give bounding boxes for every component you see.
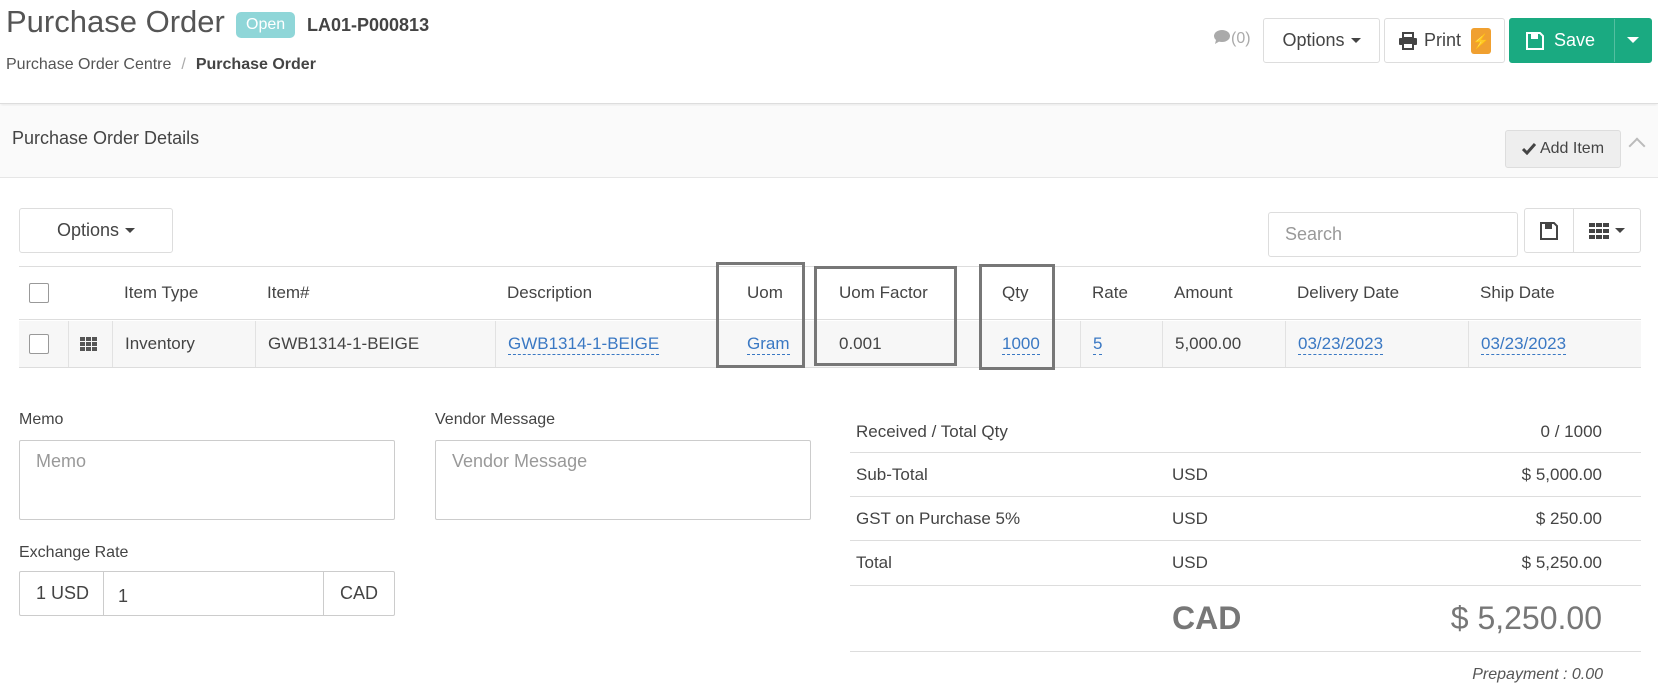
- status-badge: Open: [236, 12, 296, 38]
- highlight-box-qty: [979, 264, 1055, 370]
- total-currency: USD: [1172, 553, 1208, 572]
- breadcrumb: Purchase Order Centre / Purchase Order: [6, 56, 316, 74]
- caret-down-icon: [125, 228, 136, 233]
- cell-amount: 5,000.00: [1162, 321, 1272, 367]
- subtotal-label: Sub-Total: [856, 464, 928, 484]
- prepayment-text: Prepayment : 0.00: [1472, 666, 1603, 683]
- comments-button[interactable]: (0): [1213, 29, 1251, 48]
- save-layout-button[interactable]: [1524, 208, 1574, 253]
- summary-subtotal-row: Sub-Total USD $ 5,000.00: [850, 453, 1641, 497]
- exchange-to-currency: CAD: [340, 583, 379, 603]
- chevron-up-icon[interactable]: [1628, 137, 1646, 155]
- comments-count: (0): [1231, 30, 1251, 47]
- exchange-from-currency: 1 USD: [36, 583, 90, 603]
- print-button[interactable]: Print ⚡: [1384, 18, 1505, 63]
- col-description[interactable]: Description: [507, 267, 592, 319]
- print-label: Print: [1423, 30, 1461, 50]
- grand-total-currency: CAD: [1172, 600, 1242, 636]
- vendor-message-label: Vendor Message: [435, 411, 556, 428]
- lightning-icon[interactable]: ⚡: [1471, 27, 1491, 54]
- cell-item-number[interactable]: GWB1314-1-BEIGE: [255, 321, 480, 367]
- breadcrumb-current: Purchase Order: [195, 56, 316, 73]
- ship-date-link[interactable]: 03/23/2023: [1481, 334, 1567, 355]
- grid-menu-icon[interactable]: [79, 337, 98, 351]
- col-item-number[interactable]: Item#: [267, 267, 310, 319]
- col-amount[interactable]: Amount: [1174, 267, 1233, 319]
- summary-tax-row: GST on Purchase 5% USD $ 250.00: [850, 497, 1641, 541]
- save-button[interactable]: Save: [1509, 18, 1652, 63]
- summary-grand-total-row: CAD $ 5,250.00: [850, 586, 1641, 652]
- row-menu-cell: [68, 321, 108, 367]
- floppy-disk-icon: [1526, 31, 1544, 50]
- options-label: Options: [1282, 30, 1345, 50]
- highlight-box-uom: [716, 262, 805, 368]
- memo-label: Memo: [19, 411, 64, 428]
- select-all-cell: [29, 267, 49, 319]
- summary-total-row: Total USD $ 5,250.00: [850, 541, 1641, 586]
- cell-item-type[interactable]: Inventory: [112, 321, 252, 367]
- columns-button[interactable]: [1573, 208, 1641, 253]
- exchange-rate-label: Exchange Rate: [19, 544, 129, 561]
- check-icon: [1521, 143, 1536, 155]
- breadcrumb-link-centre[interactable]: Purchase Order Centre: [6, 56, 171, 73]
- total-value: $ 5,250.00: [1521, 553, 1602, 572]
- caret-down-icon: [1350, 38, 1361, 43]
- col-rate[interactable]: Rate: [1092, 267, 1128, 319]
- total-label: Total: [856, 553, 892, 572]
- cell-description: GWB1314-1-BEIGE: [495, 321, 720, 367]
- col-delivery-date[interactable]: Delivery Date: [1297, 267, 1399, 319]
- tax-label: GST on Purchase 5%: [856, 508, 1021, 528]
- grid-options-label: Options: [56, 220, 120, 240]
- col-item-type[interactable]: Item Type: [124, 267, 198, 319]
- select-all-checkbox[interactable]: [29, 283, 49, 303]
- subtotal-value: $ 5,000.00: [1521, 464, 1602, 484]
- description-link[interactable]: GWB1314-1-BEIGE: [508, 334, 660, 355]
- details-section-header: Purchase Order Details Add Item: [0, 106, 1658, 178]
- printer-icon: [1398, 31, 1417, 50]
- cell-delivery-date: 03/23/2023: [1285, 321, 1455, 367]
- search-input[interactable]: [1268, 212, 1518, 257]
- tax-currency: USD: [1172, 508, 1208, 528]
- subtotal-currency: USD: [1172, 464, 1208, 484]
- received-value: 0 / 1000: [1540, 421, 1602, 441]
- save-divider: [1614, 19, 1615, 62]
- row-select-cell: [29, 321, 49, 367]
- highlight-box-uom-factor: [814, 266, 957, 366]
- rate-link[interactable]: 5: [1093, 334, 1103, 355]
- memo-textarea[interactable]: [19, 440, 395, 520]
- grand-total-value: $ 5,250.00: [1450, 600, 1602, 636]
- document-number: LA01-P000813: [307, 15, 430, 35]
- section-title: Purchase Order Details: [12, 128, 200, 148]
- col-ship-date[interactable]: Ship Date: [1480, 267, 1555, 319]
- exchange-rate-group: 1 USD CAD: [19, 571, 395, 616]
- row-checkbox[interactable]: [29, 334, 49, 354]
- tax-value: $ 250.00: [1535, 508, 1602, 528]
- cell-rate: 5: [1080, 321, 1155, 367]
- add-item-button[interactable]: Add Item: [1505, 130, 1621, 168]
- summary-received-row: Received / Total Qty 0 / 1000: [850, 411, 1641, 453]
- floppy-disk-icon: [1540, 221, 1558, 240]
- delivery-date-link[interactable]: 03/23/2023: [1298, 334, 1384, 355]
- breadcrumb-separator: /: [181, 56, 186, 73]
- caret-down-icon: [1615, 228, 1625, 233]
- save-dropdown-caret-icon[interactable]: [1627, 37, 1639, 43]
- comment-icon: [1214, 30, 1230, 44]
- page-title: Purchase Order: [6, 4, 225, 39]
- grid-icon: [1589, 222, 1609, 239]
- grid-options-button[interactable]: Options: [19, 208, 173, 253]
- save-label: Save: [1554, 30, 1596, 50]
- page-header: Purchase Order Open LA01-P000813 Purchas…: [0, 0, 1658, 104]
- add-item-label: Add Item: [1539, 140, 1605, 157]
- exchange-rate-input[interactable]: [103, 572, 324, 615]
- received-label: Received / Total Qty: [856, 421, 1008, 441]
- options-button[interactable]: Options: [1263, 18, 1380, 63]
- cell-ship-date: 03/23/2023: [1468, 321, 1638, 367]
- vendor-message-textarea[interactable]: [435, 440, 811, 520]
